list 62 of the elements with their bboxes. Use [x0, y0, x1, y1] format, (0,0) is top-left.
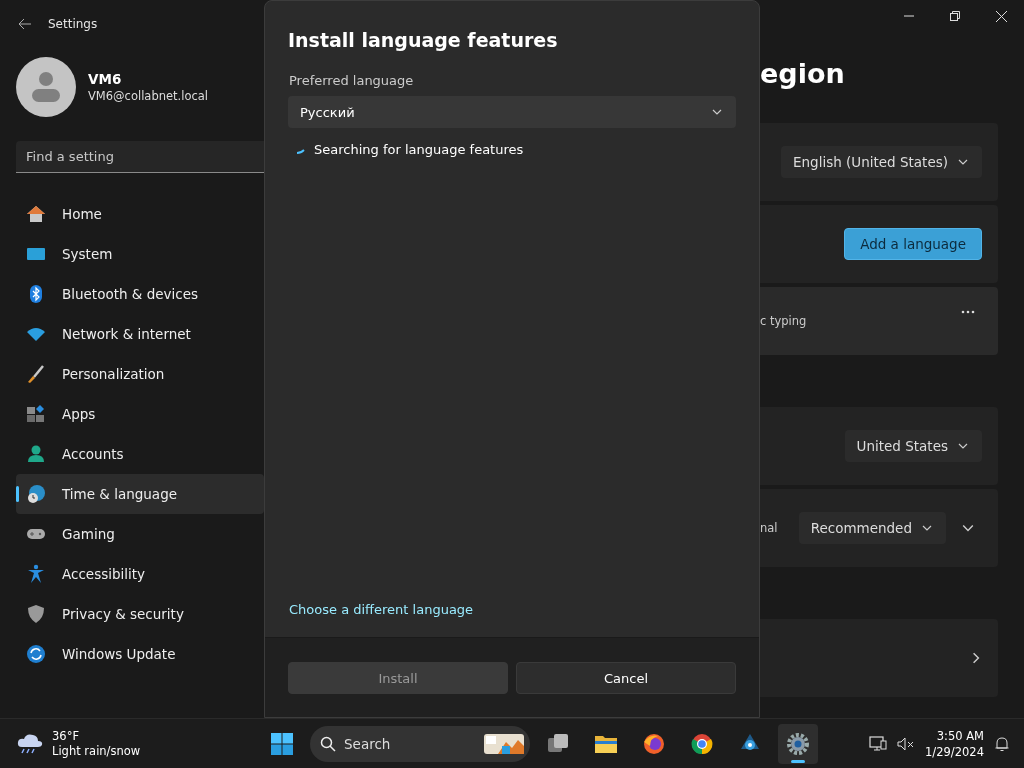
clock[interactable]: 3:50 AM 1/29/2024	[925, 727, 984, 760]
nav-item[interactable]: Personalization	[16, 354, 264, 394]
weather-condition: Light rain/snow	[52, 743, 141, 759]
avatar	[16, 57, 76, 117]
profile-email: VM6@collabnet.local	[88, 89, 209, 103]
chevron-down-icon	[712, 107, 722, 117]
profile-name: VM6	[88, 71, 123, 87]
taskbar-app[interactable]	[778, 723, 818, 764]
nav-item[interactable]: Home	[16, 194, 264, 234]
nav-item[interactable]: Privacy & security	[16, 594, 264, 634]
nav-item[interactable]: Apps	[16, 394, 264, 434]
dialog-button[interactable]: Cancel	[516, 662, 736, 694]
person-icon	[26, 444, 46, 464]
nav-item[interactable]: Gaming	[16, 514, 264, 554]
network-icon[interactable]	[869, 735, 888, 752]
field-label: Preferred language	[289, 73, 415, 88]
chevron-down-icon	[962, 522, 974, 534]
nav-item[interactable]: System	[16, 234, 264, 274]
back-arrow-icon[interactable]	[18, 18, 32, 30]
dropdown[interactable]: United States	[844, 430, 982, 462]
nav-item[interactable]: Network & internet	[16, 314, 264, 354]
chevron-right-icon	[970, 652, 982, 664]
search-field[interactable]: Find a setting	[16, 141, 264, 173]
window-title: Settings	[48, 17, 98, 31]
setting-description: nal	[760, 521, 778, 535]
restore-icon	[950, 11, 960, 21]
brush-icon	[26, 364, 46, 384]
accessibility-icon	[26, 564, 46, 584]
more-icon	[961, 310, 975, 314]
nav-item[interactable]: Bluetooth & devices	[16, 274, 264, 314]
add-language-button[interactable]: Add a language	[844, 228, 982, 260]
chrome-icon[interactable]	[690, 731, 714, 756]
shield-icon	[26, 604, 46, 624]
globe-clock-icon	[26, 484, 46, 504]
page-title: egion	[760, 58, 846, 89]
chevron-down-icon	[958, 441, 968, 451]
update-icon	[26, 644, 46, 664]
temperature: 36°F	[52, 728, 80, 744]
apps-icon	[26, 404, 46, 424]
settings-icon[interactable]	[786, 731, 810, 756]
windows-logo-icon	[270, 731, 294, 756]
chevron-down-icon	[958, 157, 968, 167]
nav-item[interactable]: Accounts	[16, 434, 264, 474]
language-dropdown[interactable]: Русский	[288, 96, 736, 128]
house-icon	[26, 204, 46, 224]
search-highlight-drawing	[482, 731, 526, 756]
search-icon	[320, 735, 336, 752]
nav-item[interactable]: Time & language	[16, 474, 264, 514]
nav-item[interactable]: Windows Update	[16, 634, 264, 674]
dropdown[interactable]: English (United States)	[781, 146, 982, 178]
chevron-down-icon	[922, 523, 932, 533]
dropdown[interactable]: Recommended	[798, 512, 946, 544]
bell-icon[interactable]	[994, 735, 1010, 752]
status-text: Searching for language features	[314, 142, 524, 157]
different-language-link[interactable]: Choose a different language	[289, 602, 474, 617]
dialog-title: Install language features	[288, 29, 559, 51]
close-icon	[995, 10, 1007, 22]
muted-speaker-icon[interactable]	[897, 735, 916, 752]
firefox-icon[interactable]	[642, 731, 666, 756]
language-description: c typing	[760, 314, 807, 328]
nav-item[interactable]: Accessibility	[16, 554, 264, 594]
taskbar-search[interactable]: Search	[310, 725, 530, 762]
